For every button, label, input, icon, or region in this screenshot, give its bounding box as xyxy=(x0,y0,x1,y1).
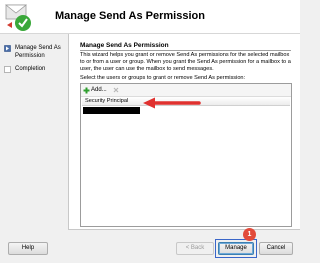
wizard-description: This wizard helps you grant or remove Se… xyxy=(80,52,291,72)
nav-step-label: Manage Send As Permission xyxy=(15,45,61,59)
nav-step-label: Completion xyxy=(15,66,46,72)
help-button[interactable]: Help xyxy=(8,242,48,255)
manage-button[interactable]: Manage xyxy=(218,242,254,255)
wizard-steps-pane: Manage Send As Permission Completion xyxy=(0,34,67,230)
section-heading: Manage Send As Permission xyxy=(80,42,169,49)
step-pending-icon xyxy=(4,66,11,73)
wizard-footer: Help < Back Manage Cancel 1 xyxy=(0,228,300,263)
table-row-redacted-principal[interactable] xyxy=(83,107,140,114)
step-current-icon xyxy=(4,45,11,52)
add-button-label: Add... xyxy=(91,87,107,93)
list-toolbar: Add... xyxy=(81,84,291,97)
section-divider xyxy=(80,50,291,51)
nav-step-manage-send-as[interactable]: Manage Send As Permission xyxy=(0,44,67,60)
remove-icon[interactable] xyxy=(111,85,121,95)
add-icon xyxy=(83,87,90,93)
select-principals-label: Select the users or groups to grant or r… xyxy=(80,75,246,81)
step-number-badge: 1 xyxy=(243,228,256,241)
add-button[interactable]: Add... xyxy=(83,85,107,95)
wizard-title: Manage Send As Permission xyxy=(55,10,205,22)
wizard-header: Manage Send As Permission xyxy=(0,0,300,34)
wizard-content: Manage Send As Permission This wizard he… xyxy=(68,34,300,230)
cancel-button[interactable]: Cancel xyxy=(259,242,293,255)
nav-step-completion[interactable]: Completion xyxy=(0,65,67,73)
back-button[interactable]: < Back xyxy=(176,242,214,255)
wizard-check-icon xyxy=(4,4,31,31)
annotation-arrow-icon xyxy=(143,97,201,109)
